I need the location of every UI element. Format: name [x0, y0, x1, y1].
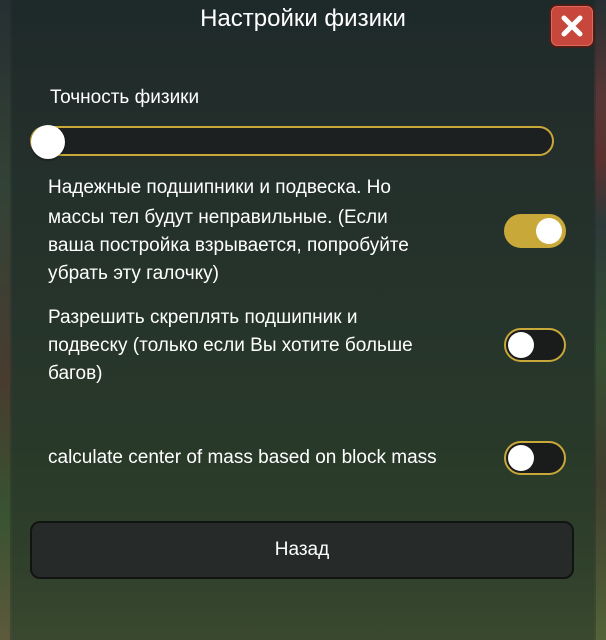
toggle-knob — [536, 218, 562, 244]
physics-accuracy-slider-track[interactable] — [30, 126, 554, 156]
setting-label-line: багов) — [48, 363, 103, 384]
setting-label-line: массы тел будут неправильные. (Если — [48, 207, 388, 228]
toggle-reliable-bearings[interactable] — [504, 214, 566, 248]
setting-label-line: Надежные подшипники и подвеска. Но — [48, 177, 391, 198]
toggle-allow-bearing-attach[interactable] — [504, 328, 566, 362]
physics-accuracy-slider-thumb[interactable] — [31, 125, 65, 159]
physics-accuracy-label: Точность физики — [50, 87, 200, 108]
setting-label-line: подвеску (только если Вы хотите больше — [48, 335, 413, 356]
toggle-knob — [508, 445, 534, 471]
close-button[interactable] — [549, 4, 595, 48]
setting-label-line: убрать эту галочку) — [48, 263, 219, 284]
dialog-title: Настройки физики — [200, 5, 406, 32]
setting-label-line: calculate center of mass based on block … — [48, 447, 437, 468]
back-button[interactable]: Назад — [30, 521, 574, 579]
physics-settings-dialog: Настройки физики Точность физики Надежны… — [10, 0, 596, 640]
close-x-icon — [559, 13, 585, 39]
setting-label-line: Разрешить скреплять подшипник и — [48, 307, 358, 328]
setting-label-line: ваша постройка взрывается, попробуйте — [48, 235, 409, 256]
toggle-center-of-mass[interactable] — [504, 441, 566, 475]
toggle-knob — [508, 332, 534, 358]
back-button-label: Назад — [274, 539, 330, 560]
